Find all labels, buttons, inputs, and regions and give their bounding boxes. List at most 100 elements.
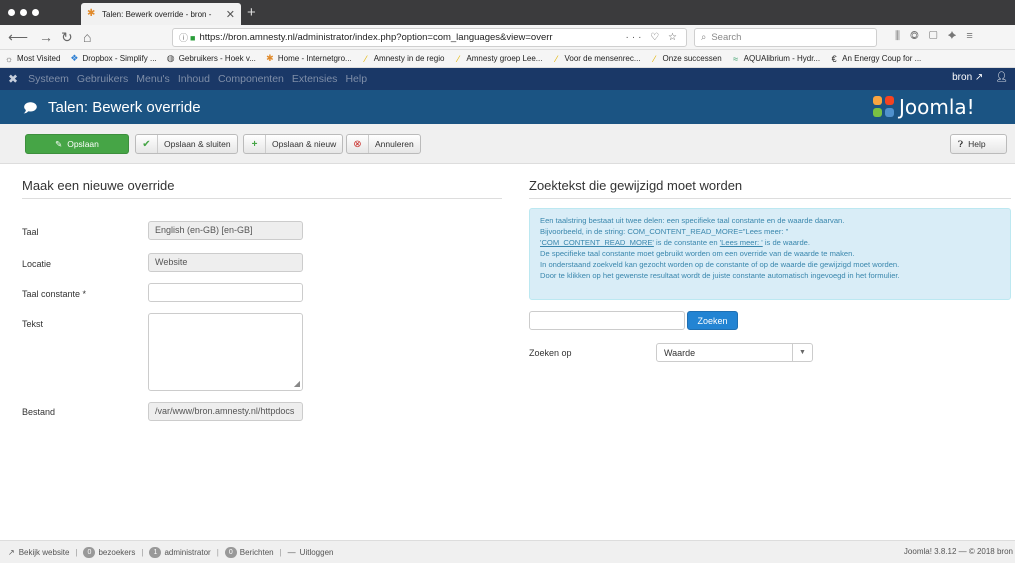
gear-icon: ☼ bbox=[4, 53, 14, 64]
forward-icon[interactable]: → bbox=[39, 29, 53, 45]
logout-link[interactable]: Uitloggen bbox=[300, 548, 334, 557]
amnesty-candle-icon: ⁄ bbox=[555, 53, 558, 64]
view-site-link[interactable]: Bekijk website bbox=[19, 548, 70, 557]
bookmark-label: Dropbox - Simplify ... bbox=[82, 54, 157, 63]
lock-icon: ■ bbox=[190, 32, 196, 43]
speech-bubble-icon: 🗩︎ bbox=[23, 100, 38, 115]
file-field: /var/www/bron.amnesty.nl/httpdocs bbox=[148, 402, 303, 421]
bookmark-item[interactable]: ✱ Home - Internetgro... bbox=[265, 53, 352, 64]
bookmark-label: An Energy Coup for ... bbox=[842, 54, 922, 63]
save-new-label: Opslaan & nieuw bbox=[272, 139, 337, 149]
text-textarea[interactable]: ◢ bbox=[148, 313, 303, 391]
close-tab-icon[interactable]: ✕ bbox=[226, 8, 235, 21]
help-button[interactable]: ❓︎ Help bbox=[950, 134, 1007, 154]
browser-tab[interactable]: ✱ Talen: Bewerk override - bron - ✕ bbox=[81, 3, 241, 25]
main-content: Maak een nieuwe override Taal English (e… bbox=[0, 165, 1015, 540]
page-actions-icon[interactable]: ··· ♡ ☆ bbox=[626, 32, 680, 43]
chevron-down-icon: ▼ bbox=[792, 344, 812, 361]
constant-label: Taal constante * bbox=[22, 289, 87, 299]
separator: | bbox=[141, 547, 144, 557]
bookmark-label: Home - Internetgro... bbox=[277, 54, 352, 63]
bookmark-item[interactable]: ◍ Gebruikers - Hoek v... bbox=[166, 53, 256, 64]
user-icon[interactable]: 👤︎ bbox=[995, 72, 1008, 83]
bookmark-label: Onze successen bbox=[662, 54, 722, 63]
toolbar-extensions-icon[interactable]: ⫼◎▢✦≡ bbox=[895, 30, 983, 43]
save-new-button[interactable]: + Opslaan & nieuw bbox=[243, 134, 344, 154]
resize-grip-icon[interactable]: ◢ bbox=[294, 379, 300, 388]
file-label: Bestand bbox=[22, 407, 56, 417]
joomla-logo: Joomla! bbox=[873, 95, 975, 119]
search-on-value: Waarde bbox=[664, 348, 696, 358]
joomla-icon: ✱ bbox=[266, 53, 274, 63]
menu-item-menus[interactable]: Menu's bbox=[136, 73, 170, 85]
minimize-window-button[interactable] bbox=[20, 9, 27, 16]
search-button[interactable]: Zoeken bbox=[687, 311, 738, 330]
close-window-button[interactable] bbox=[8, 9, 15, 16]
joomla-flower-icon bbox=[873, 96, 895, 118]
save-close-button[interactable]: ✔ Opslaan & sluiten bbox=[135, 134, 238, 154]
visitors-label: bezoekers bbox=[98, 547, 136, 557]
bookmark-item[interactable]: ❖ Dropbox - Simplify ... bbox=[69, 53, 156, 64]
save-label: Opslaan bbox=[67, 139, 99, 149]
new-override-heading: Maak een nieuwe override bbox=[22, 178, 175, 193]
url-text: https://bron.amnesty.nl/administrator/in… bbox=[199, 32, 553, 43]
reload-icon[interactable]: ↻ bbox=[61, 29, 73, 45]
bookmark-item[interactable]: ⁄ Voor de mensenrec... bbox=[551, 53, 641, 64]
question-icon: ❓︎ bbox=[958, 138, 964, 149]
separator: | bbox=[279, 547, 282, 557]
address-bar[interactable]: ⓘ ■ https://bron.amnesty.nl/administrato… bbox=[172, 28, 687, 47]
home-icon[interactable]: ⌂ bbox=[83, 29, 91, 45]
menu-item-gebruikers[interactable]: Gebruikers bbox=[77, 73, 128, 85]
page-title: Talen: Bewerk override bbox=[48, 99, 201, 116]
bookmark-label: Amnesty in de regio bbox=[373, 54, 445, 63]
cancel-button[interactable]: ⊗ Annuleren bbox=[346, 134, 421, 154]
version-text: Joomla! 3.8.12 — © 2018 bron bbox=[903, 547, 1013, 556]
bookmark-item[interactable]: ☼ Most Visited bbox=[4, 53, 61, 64]
search-text-heading: Zoektekst die gewijzigd moet worden bbox=[529, 178, 743, 193]
value-example-link[interactable]: 'Lees meer: ' bbox=[720, 238, 763, 247]
bookmark-label: Amnesty groep Lee... bbox=[466, 54, 543, 63]
bookmark-item[interactable]: ⁄ Amnesty groep Lee... bbox=[453, 53, 543, 64]
amnesty-candle-icon: ⁄ bbox=[457, 53, 460, 64]
aqua-icon: ≈ bbox=[733, 53, 739, 64]
search-on-select[interactable]: Waarde ▼ bbox=[656, 343, 813, 362]
override-search-input[interactable] bbox=[529, 311, 685, 330]
menu-item-extensies[interactable]: Extensies bbox=[292, 73, 338, 85]
constant-example-link[interactable]: 'COM_CONTENT_READ_MORE' bbox=[540, 238, 654, 247]
energy-icon: € bbox=[831, 53, 837, 64]
amnesty-candle-icon: ⁄ bbox=[364, 53, 367, 64]
back-icon[interactable]: ⟵ bbox=[8, 29, 28, 45]
maximize-window-button[interactable] bbox=[32, 9, 39, 16]
bookmark-item[interactable]: ≈ AQUAlibrium - Hydr... bbox=[731, 54, 820, 64]
joomla-menu-icon[interactable]: ✖ bbox=[8, 72, 18, 86]
browser-search-input[interactable]: ⌕ Search bbox=[694, 28, 877, 47]
messages-badge: 0 bbox=[224, 546, 237, 558]
menu-item-componenten[interactable]: Componenten bbox=[218, 73, 284, 85]
info-text: is de constante en bbox=[653, 237, 720, 247]
cancel-icon: ⊗ bbox=[347, 135, 369, 153]
info-icon[interactable]: ⓘ bbox=[179, 31, 188, 44]
save-button[interactable]: ✎ Opslaan bbox=[25, 134, 129, 154]
bookmark-item[interactable]: € An Energy Coup for ... bbox=[829, 53, 922, 64]
status-bar: ↗ Bekijk website | 0 bezoekers | 1 admin… bbox=[0, 540, 1015, 563]
site-link[interactable]: bron ↗ bbox=[952, 72, 983, 83]
menu-item-inhoud[interactable]: Inhoud bbox=[178, 73, 210, 85]
bookmark-item[interactable]: ⁄ Amnesty in de regio bbox=[361, 53, 445, 64]
location-field: Website bbox=[148, 253, 303, 272]
constant-input[interactable] bbox=[148, 283, 303, 302]
admin-badge: 1 bbox=[149, 546, 162, 558]
edit-icon: ✎ bbox=[55, 138, 63, 149]
info-line: De specifieke taal constante moet gebrui… bbox=[540, 248, 855, 258]
bookmark-item[interactable]: ⁄ Onze successen bbox=[650, 54, 722, 64]
tab-title: Talen: Bewerk override - bron - bbox=[102, 9, 212, 19]
browser-nav-bar: ⟵ → ↻ ⌂ ⓘ ■ https://bron.amnesty.nl/admi… bbox=[0, 25, 1015, 50]
separator: | bbox=[75, 547, 78, 557]
messages-link[interactable]: Berichten bbox=[240, 548, 274, 557]
menu-item-systeem[interactable]: Systeem bbox=[28, 73, 69, 85]
new-tab-icon[interactable]: + bbox=[247, 4, 256, 21]
search-placeholder: Search bbox=[711, 32, 742, 43]
menu-item-help[interactable]: Help bbox=[345, 73, 367, 85]
page-header: 🗩︎ Talen: Bewerk override Joomla! bbox=[0, 90, 1015, 124]
divider bbox=[22, 198, 502, 199]
browser-tab-bar: ✱ Talen: Bewerk override - bron - ✕ + bbox=[0, 0, 1015, 25]
